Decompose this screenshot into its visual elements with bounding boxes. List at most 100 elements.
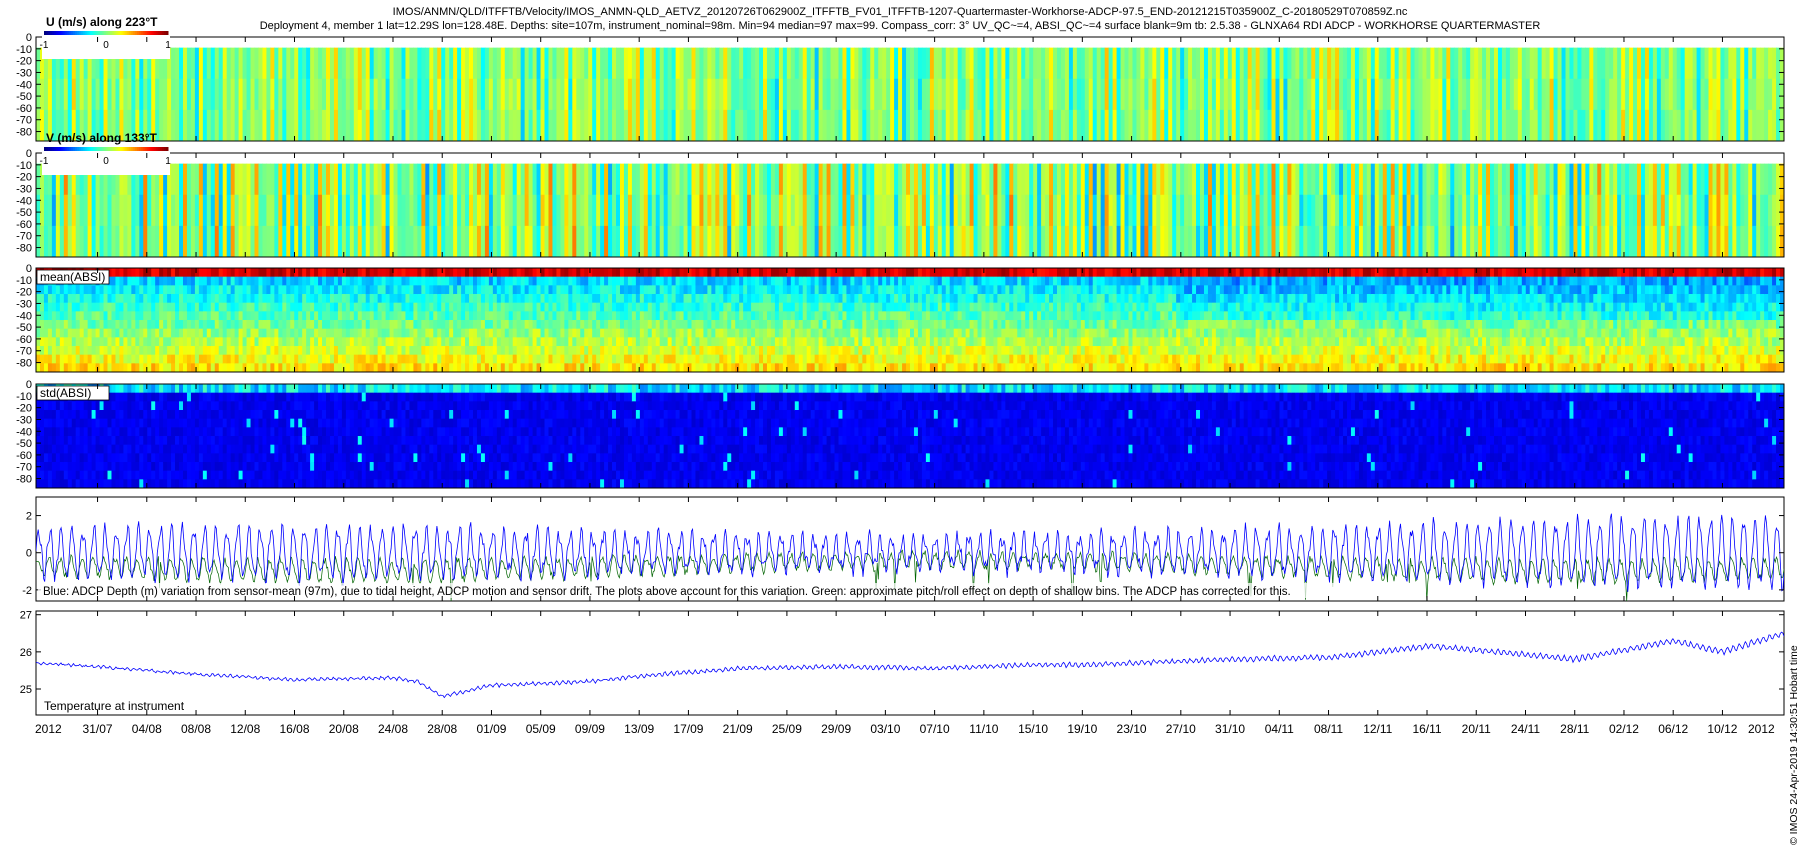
heatmap-cell [1037,163,1042,196]
heatmap-cell [655,78,661,111]
heatmap-cell [1553,109,1559,141]
heatmap-cell [190,302,196,312]
heatmap-cell [1696,225,1702,257]
heatmap-cell [143,302,148,312]
heatmap-cell [171,268,176,278]
heatmap-cell [206,294,212,304]
heatmap-cell [906,163,911,196]
heatmap-cell [548,294,554,304]
heatmap-cell [604,285,609,295]
heatmap-cell [1589,78,1594,111]
heatmap-cell [548,363,554,372]
heatmap-cell [854,78,859,111]
heatmap-cell [1164,78,1169,111]
heatmap-cell [711,276,716,286]
heatmap-cell [337,311,343,321]
heatmap-cell [143,320,148,330]
heatmap-cell [341,276,347,286]
heatmap-cell [949,225,955,257]
heatmap-cell [782,320,788,330]
heatmap-cell [544,294,550,304]
heatmap-cell [917,194,923,227]
heatmap-cell [910,78,915,111]
heatmap-cell [739,47,744,80]
heatmap-cell [1196,47,1201,80]
heatmap-cell [691,225,697,257]
heatmap-cell [1140,194,1145,227]
heatmap-cell [123,285,128,295]
heatmap-cell [1215,225,1221,257]
heatmap-cell [532,294,538,304]
heatmap-cell [604,225,609,257]
heatmap-cell [1772,225,1777,257]
heatmap-cell [119,194,124,227]
heatmap-cell [1744,47,1749,80]
heatmap-cell [1386,194,1392,227]
heatmap-cell [719,320,724,330]
heatmap-cell [786,109,792,141]
heatmap-cell [516,302,522,312]
heatmap-cell [1255,47,1261,80]
heatmap-cell [1041,194,1046,227]
heatmap-cell [353,302,359,312]
heatmap-cell [171,328,176,338]
heatmap-cell [171,363,176,372]
heatmap-cell [818,47,824,80]
heatmap-cell [675,320,681,330]
heatmap-cell [683,328,689,338]
heatmap-cell [1092,78,1098,111]
heatmap-cell [548,109,554,141]
heatmap-cell [1617,78,1622,111]
heatmap-cell [155,346,160,356]
heatmap-cell [572,337,577,347]
heatmap-cell [198,268,204,278]
heatmap-cell [683,47,689,80]
heatmap-cell [421,346,426,356]
heatmap-cell [222,78,228,111]
heatmap-cell [1501,225,1507,257]
heatmap-cell [461,320,466,330]
heatmap-cell [826,47,832,80]
heatmap-cell [508,346,514,356]
heatmap-cell [449,163,454,196]
heatmap-cell [190,109,196,141]
heatmap-cell [536,337,542,347]
heatmap-cell [290,285,295,295]
heatmap-cell [449,311,454,321]
heatmap-cell [929,225,935,257]
heatmap-cell [1076,78,1082,111]
heatmap-cell [1466,225,1471,257]
heatmap-cell [151,276,156,286]
heatmap-cell [1700,78,1706,111]
heatmap-cell [1196,109,1201,141]
heatmap-cell [584,276,589,286]
heatmap-cell [115,328,121,338]
heatmap-cell [179,225,184,257]
heatmap-cell [318,328,323,338]
heatmap-cell [171,294,176,304]
heatmap-cell [588,337,593,347]
heatmap-cell [1613,78,1618,111]
heatmap-cell [818,109,824,141]
heatmap-cell [647,363,653,372]
heatmap-cell [1382,47,1388,80]
heatmap-cell [143,294,148,304]
heatmap-cell [302,337,307,347]
heatmap-cell [1215,194,1221,227]
heatmap-cell [1589,47,1594,80]
heatmap-cell [604,311,609,321]
heatmap-cell [1486,109,1491,141]
heatmap-cell [179,47,184,80]
heatmap-cell [151,285,156,295]
heatmap-cell [707,109,712,141]
heatmap-cell [508,363,514,372]
heatmap-cell [937,109,943,141]
heatmap-cell [258,354,264,364]
heatmap-cell [1303,163,1308,196]
heatmap-cell [778,163,784,196]
heatmap-cell [1553,194,1559,227]
heatmap-cell [318,194,323,227]
heatmap-cell [36,225,41,257]
heatmap-cell [397,109,403,141]
heatmap-cell [782,302,788,312]
